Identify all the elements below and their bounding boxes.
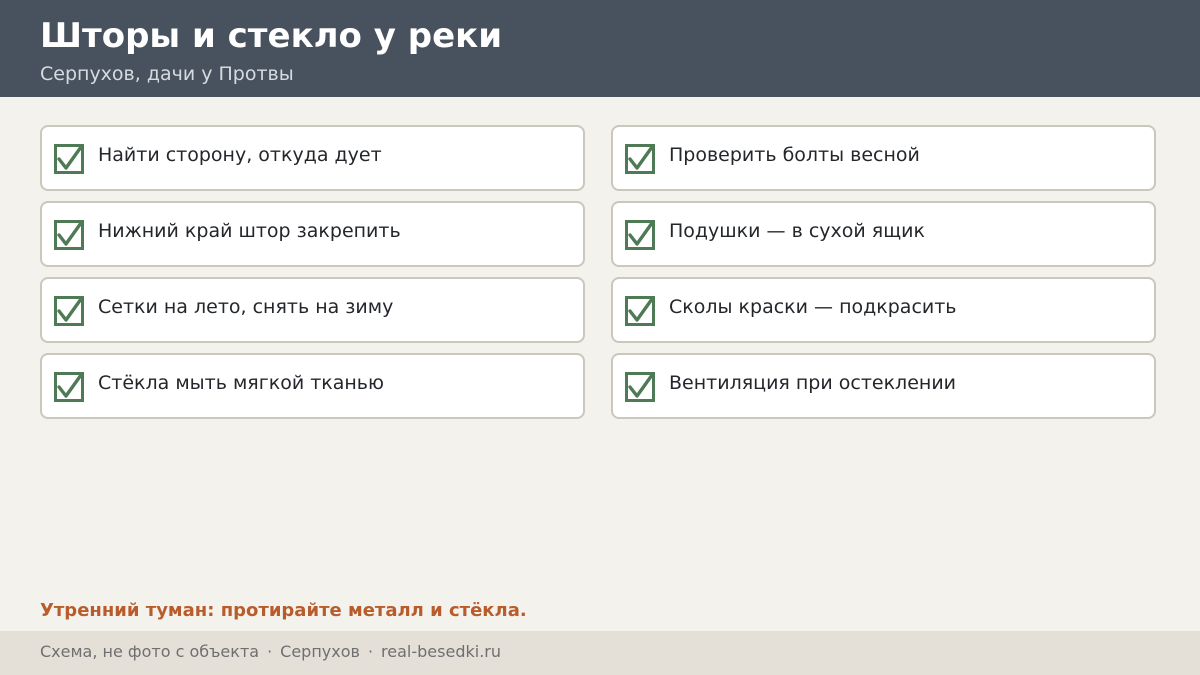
footer-site[interactable]: real-besedki.ru xyxy=(381,642,501,661)
checklist-item[interactable]: Сколы краски — подкрасить xyxy=(611,277,1156,343)
footer-separator: · xyxy=(267,642,273,661)
checklist-item-label: Сетки на лето, снять на зиму xyxy=(98,296,394,318)
tip-note: Утренний туман: протирайте металл и стёк… xyxy=(40,600,527,621)
checkbox-checked-icon[interactable] xyxy=(54,220,84,250)
checkbox-checked-icon[interactable] xyxy=(54,372,84,402)
checklist-item-label: Нижний край штор закрепить xyxy=(98,220,401,242)
checklist-item-label: Найти сторону, откуда дует xyxy=(98,144,382,166)
checkbox-checked-icon[interactable] xyxy=(54,144,84,174)
checklist-item[interactable]: Подушки — в сухой ящик xyxy=(611,201,1156,267)
checklist-item[interactable]: Найти сторону, откуда дует xyxy=(40,125,585,191)
checklist-item[interactable]: Нижний край штор закрепить xyxy=(40,201,585,267)
checklist-item-label: Подушки — в сухой ящик xyxy=(669,220,925,242)
checklist-item-label: Проверить болты весной xyxy=(669,144,920,166)
checkbox-checked-icon[interactable] xyxy=(625,220,655,250)
checkbox-checked-icon[interactable] xyxy=(54,296,84,326)
checklist-item-label: Вентиляция при остеклении xyxy=(669,372,957,394)
header-banner: Шторы и стекло у реки Серпухов, дачи у П… xyxy=(0,0,1200,97)
checklist-item[interactable]: Проверить болты весной xyxy=(611,125,1156,191)
footer-city: Серпухов xyxy=(280,642,360,661)
footer-text: Схема, не фото с объекта · Серпухов · real-b… xyxy=(40,641,501,663)
checklist-item[interactable]: Сетки на лето, снять на зиму xyxy=(40,277,585,343)
checkbox-checked-icon[interactable] xyxy=(625,296,655,326)
footer-separator: · xyxy=(367,642,374,661)
checkbox-checked-icon[interactable] xyxy=(625,372,655,402)
footer-bar: Схема, не фото с объекта · Серпухов · real-b… xyxy=(0,631,1200,675)
checklist-item-label: Стёкла мыть мягкой тканью xyxy=(98,372,385,394)
checklist-item[interactable]: Стёкла мыть мягкой тканью xyxy=(40,353,585,419)
checklist-grid: Найти сторону, откуда дует Проверить бол… xyxy=(40,125,1156,419)
footer-disclaimer: Схема, не фото с объекта xyxy=(40,642,260,661)
page-subtitle: Серпухов, дачи у Протвы xyxy=(40,63,294,85)
checklist-item[interactable]: Вентиляция при остеклении xyxy=(611,353,1156,419)
checkbox-checked-icon[interactable] xyxy=(625,144,655,174)
page-title: Шторы и стекло у реки xyxy=(40,16,503,56)
checklist-item-label: Сколы краски — подкрасить xyxy=(669,296,957,318)
